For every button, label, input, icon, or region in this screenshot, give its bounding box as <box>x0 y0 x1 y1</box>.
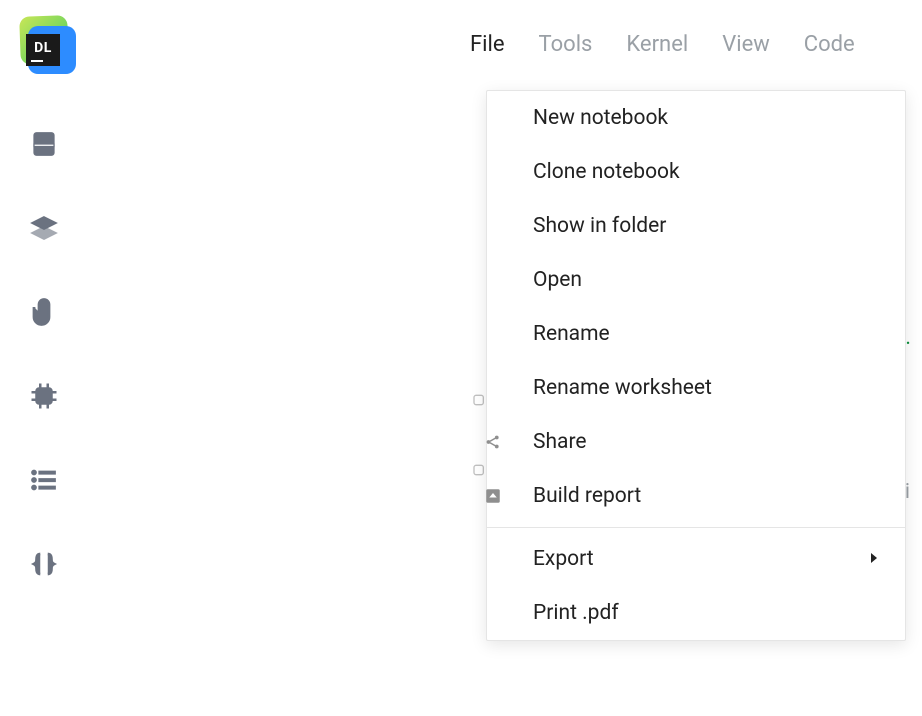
menu-print-pdf[interactable]: Print .pdf <box>487 586 905 640</box>
menu-item-label: New notebook <box>533 106 668 130</box>
menu-item-label: Open <box>533 268 582 292</box>
app-logo[interactable]: DL <box>16 16 72 72</box>
menu-item-label: Rename <box>533 322 610 346</box>
menu-rename-worksheet[interactable]: Rename worksheet <box>487 361 905 415</box>
menu-item-label: Show in folder <box>533 214 666 238</box>
chip-icon[interactable] <box>26 378 62 414</box>
menu-item-label: Rename worksheet <box>533 376 712 400</box>
menu-item-label: Clone notebook <box>533 160 680 184</box>
list-icon[interactable] <box>26 462 62 498</box>
build-icon <box>483 486 503 506</box>
menubar: File Tools Kernel View Code <box>470 32 855 57</box>
menu-share[interactable]: Share <box>487 415 905 469</box>
menu-open[interactable]: Open <box>487 253 905 307</box>
menu-item-label: Export <box>533 547 594 571</box>
menu-new-notebook[interactable]: New notebook <box>487 91 905 145</box>
menu-rename[interactable]: Rename <box>487 307 905 361</box>
sidebar: DL <box>0 0 88 716</box>
share-icon <box>483 432 503 452</box>
menu-item-label: Print .pdf <box>533 601 619 625</box>
submenu-arrow-icon <box>869 547 879 571</box>
menu-export[interactable]: Export <box>487 532 905 586</box>
file-dropdown: New notebook Clone notebook Show in fold… <box>486 90 906 641</box>
menu-show-in-folder[interactable]: Show in folder <box>487 199 905 253</box>
menu-file[interactable]: File <box>470 32 505 57</box>
menu-code[interactable]: Code <box>804 32 855 57</box>
menu-build-report[interactable]: Build report <box>487 469 905 523</box>
attachment-icon[interactable] <box>26 294 62 330</box>
menu-item-label: Build report <box>533 484 641 508</box>
menu-separator <box>487 527 905 528</box>
menu-tools[interactable]: Tools <box>539 32 593 57</box>
menu-clone-notebook[interactable]: Clone notebook <box>487 145 905 199</box>
layers-icon[interactable] <box>26 210 62 246</box>
menu-view[interactable]: View <box>722 32 770 57</box>
menu-kernel[interactable]: Kernel <box>626 32 688 57</box>
braces-icon[interactable] <box>26 546 62 582</box>
notebook-icon[interactable] <box>26 126 62 162</box>
menu-item-label: Share <box>533 430 587 454</box>
